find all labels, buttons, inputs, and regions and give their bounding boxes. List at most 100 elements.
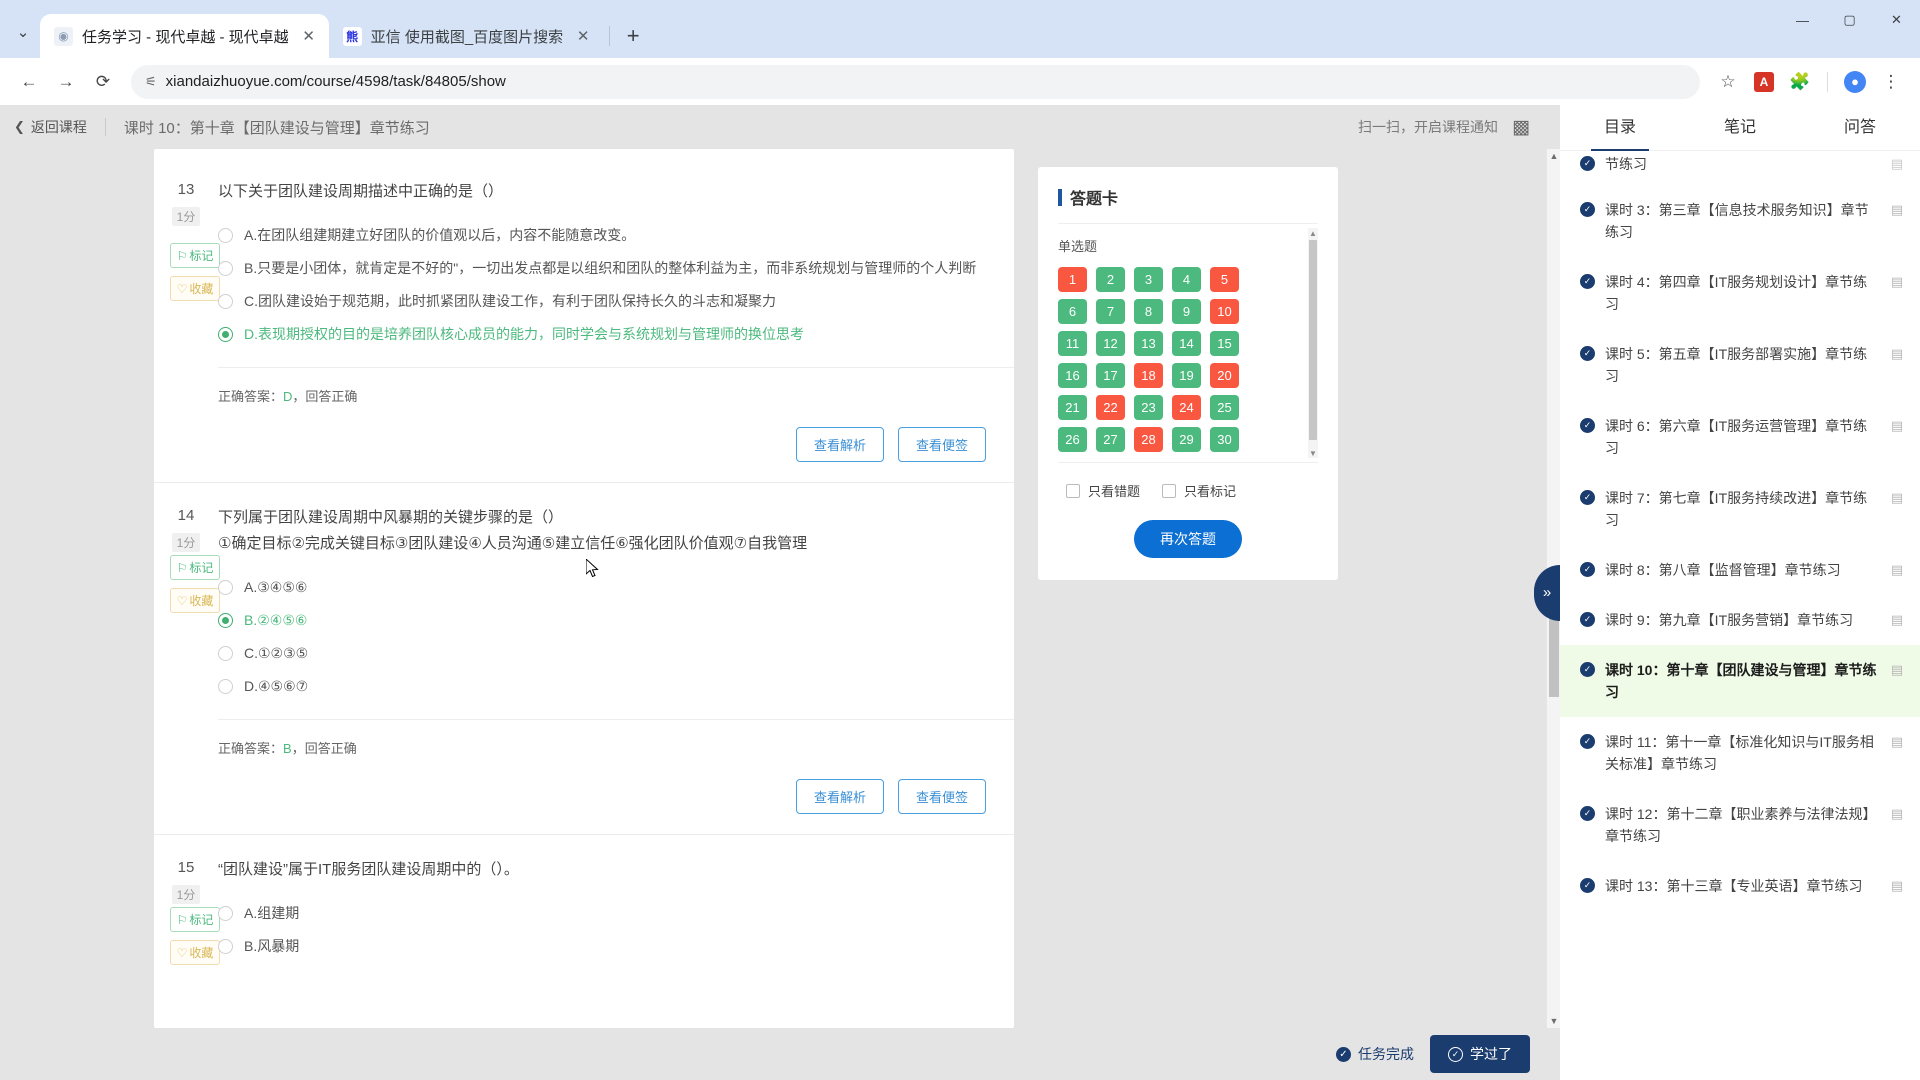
scroll-up-icon[interactable]: ▲ <box>1547 149 1560 163</box>
maximize-button[interactable]: ▢ <box>1826 0 1873 40</box>
view-analysis-button[interactable]: 查看解析 <box>795 779 884 814</box>
site-settings-icon[interactable]: ⚟ <box>145 74 157 90</box>
option-radio[interactable] <box>218 939 233 954</box>
tab-qa[interactable]: 问答 <box>1800 105 1920 151</box>
option-row[interactable]: C.团队建设始于规范期，此时抓紧团队建设工作，有利于团队保持长久的斗志和凝聚力 <box>218 285 986 318</box>
answer-cell[interactable]: 1 <box>1058 267 1087 292</box>
option-radio[interactable] <box>218 906 233 921</box>
scroll-down-icon[interactable]: ▼ <box>1547 1014 1560 1028</box>
forward-icon[interactable]: → <box>49 65 83 99</box>
option-row[interactable]: A.在团队组建期建立好团队的价值观以后，内容不能随意改变。 <box>218 219 986 252</box>
checkbox[interactable] <box>1066 483 1080 498</box>
address-bar[interactable]: ⚟ xiandaizhuoyue.com/course/4598/task/84… <box>131 64 1700 99</box>
bookmark-star-icon[interactable]: ☆ <box>1711 65 1745 99</box>
answer-cell[interactable]: 6 <box>1058 299 1087 324</box>
mark-tag-button[interactable]: ⚐ 标记 <box>170 555 220 580</box>
answer-cell[interactable]: 10 <box>1210 299 1239 324</box>
option-radio[interactable] <box>218 327 233 342</box>
answer-cell[interactable]: 30 <box>1210 427 1239 452</box>
sidebar-item-lesson-10[interactable]: ✓ 课时 10：第十章【团队建设与管理】章节练习 ▤ <box>1560 645 1920 717</box>
answer-cell[interactable]: 23 <box>1134 395 1163 420</box>
answer-cell[interactable]: 21 <box>1058 395 1087 420</box>
scroll-down-icon[interactable]: ▼ <box>1308 448 1318 458</box>
chrome-menu-icon[interactable]: ⋮ <box>1874 65 1908 99</box>
view-analysis-button[interactable]: 查看解析 <box>795 427 884 462</box>
answer-cell[interactable]: 24 <box>1172 395 1201 420</box>
answer-cell[interactable]: 19 <box>1172 363 1201 388</box>
option-row[interactable]: B.只要是小团体，就肯定是不好的"，一切出发点都是以组织和团队的整体利益为主，而… <box>218 252 986 285</box>
answer-cell[interactable]: 2 <box>1096 267 1125 292</box>
close-window-button[interactable]: ✕ <box>1873 0 1920 40</box>
sidebar-item-lesson-11[interactable]: ✓ 课时 11：第十一章【标准化知识与IT服务相关标准】章节练习 ▤ <box>1560 717 1920 789</box>
answer-cell[interactable]: 15 <box>1210 331 1239 356</box>
answer-cell[interactable]: 28 <box>1134 427 1163 452</box>
option-radio[interactable] <box>218 613 233 628</box>
answer-cell[interactable]: 3 <box>1134 267 1163 292</box>
answer-cell[interactable]: 11 <box>1058 331 1087 356</box>
option-radio[interactable] <box>218 679 233 694</box>
mark-studied-button[interactable]: ✓ 学过了 <box>1430 1035 1530 1073</box>
sidebar-lesson-list[interactable]: ✓ 节练习 ▤ ✓ 课时 3：第三章【信息技术服务知识】章节练习 ▤ ✓ 课时 … <box>1560 151 1920 1080</box>
tab-catalog[interactable]: 目录 <box>1560 105 1680 151</box>
reload-icon[interactable]: ⟳ <box>86 65 120 99</box>
answer-cell[interactable]: 16 <box>1058 363 1087 388</box>
answer-cell[interactable]: 5 <box>1210 267 1239 292</box>
tab-close-icon[interactable]: ✕ <box>572 25 594 47</box>
option-radio[interactable] <box>218 294 233 309</box>
retry-quiz-button[interactable]: 再次答题 <box>1134 520 1242 558</box>
tab-notes[interactable]: 笔记 <box>1680 105 1800 151</box>
sidebar-item-lesson-4[interactable]: ✓ 课时 4：第四章【IT服务规划设计】章节练习 ▤ <box>1560 257 1920 329</box>
view-note-button[interactable]: 查看便签 <box>897 427 986 462</box>
minimize-button[interactable]: — <box>1779 0 1826 40</box>
option-radio[interactable] <box>218 261 233 276</box>
answer-cell[interactable]: 26 <box>1058 427 1087 452</box>
checkbox[interactable] <box>1162 483 1177 498</box>
answer-cell[interactable]: 20 <box>1210 363 1239 388</box>
favorite-tag-button[interactable]: ♡ 收藏 <box>170 940 220 965</box>
pdf-extension-icon[interactable]: A <box>1747 65 1781 99</box>
option-row[interactable]: C.①②③⑤ <box>218 637 986 670</box>
qr-code-icon[interactable]: ▩ <box>1510 116 1532 138</box>
option-radio[interactable] <box>218 580 233 595</box>
answer-cell[interactable]: 29 <box>1172 427 1201 452</box>
extensions-puzzle-icon[interactable]: 🧩 <box>1783 65 1817 99</box>
answer-cell[interactable]: 14 <box>1172 331 1201 356</box>
option-radio[interactable] <box>218 646 233 661</box>
sidebar-item-lesson-7[interactable]: ✓ 课时 7：第七章【IT服务持续改进】章节练习 ▤ <box>1560 473 1920 545</box>
answer-cell[interactable]: 13 <box>1134 331 1163 356</box>
back-to-course-link[interactable]: ❮ 返回课程 <box>14 117 87 137</box>
answer-cell[interactable]: 17 <box>1096 363 1125 388</box>
answer-cell[interactable]: 9 <box>1172 299 1201 324</box>
content-scroll-area[interactable]: ⚐ 标记 ♡ 收藏 13 1分 以下关于团队建设周期描述中正确的是（） A.在团… <box>0 149 1560 1028</box>
answer-cell[interactable]: 12 <box>1096 331 1125 356</box>
profile-avatar-icon[interactable]: ● <box>1838 65 1872 99</box>
answer-card-scroll[interactable]: 单选题 1 2 3 4 5 6 7 8 9 10 11 12 13 14 15 … <box>1058 223 1318 463</box>
filter-marked-only[interactable]: 只看标记 <box>1162 481 1236 500</box>
view-note-button[interactable]: 查看便签 <box>897 779 986 814</box>
back-icon[interactable]: ← <box>12 65 46 99</box>
sidebar-item-lesson-8[interactable]: ✓ 课时 8：第八章【监督管理】章节练习 ▤ <box>1560 545 1920 595</box>
answer-card-scrollbar[interactable]: ▲ ▼ <box>1308 228 1318 458</box>
mark-tag-button[interactable]: ⚐ 标记 <box>170 243 220 268</box>
sidebar-item-lesson-9[interactable]: ✓ 课时 9：第九章【IT服务营销】章节练习 ▤ <box>1560 595 1920 645</box>
sidebar-item-lesson-12[interactable]: ✓ 课时 12：第十二章【职业素养与法律法规】章节练习 ▤ <box>1560 789 1920 861</box>
tab-search-chevron-icon[interactable]: ⌄ <box>6 12 40 52</box>
answer-cell[interactable]: 22 <box>1096 395 1125 420</box>
favorite-tag-button[interactable]: ♡ 收藏 <box>170 588 220 613</box>
favorite-tag-button[interactable]: ♡ 收藏 <box>170 276 220 301</box>
answer-cell[interactable]: 27 <box>1096 427 1125 452</box>
answer-cell[interactable]: 4 <box>1172 267 1201 292</box>
sidebar-item-lesson-3[interactable]: ✓ 课时 3：第三章【信息技术服务知识】章节练习 ▤ <box>1560 185 1920 257</box>
option-row[interactable]: A.组建期 <box>218 897 986 930</box>
answer-cell[interactable]: 8 <box>1134 299 1163 324</box>
option-row[interactable]: D.④⑤⑥⑦ <box>218 670 986 703</box>
answer-cell[interactable]: 7 <box>1096 299 1125 324</box>
new-tab-button[interactable]: + <box>616 19 650 53</box>
answer-cell[interactable]: 25 <box>1210 395 1239 420</box>
sidebar-item-lesson-5[interactable]: ✓ 课时 5：第五章【IT服务部署实施】章节练习 ▤ <box>1560 329 1920 401</box>
tab-close-icon[interactable]: ✕ <box>298 25 320 47</box>
mark-tag-button[interactable]: ⚐ 标记 <box>170 907 220 932</box>
option-row[interactable]: B.风暴期 <box>218 930 986 963</box>
browser-tab-1[interactable]: 熊 亚信 使用截图_百度图片搜索 ✕ <box>328 14 604 58</box>
option-radio[interactable] <box>218 228 233 243</box>
